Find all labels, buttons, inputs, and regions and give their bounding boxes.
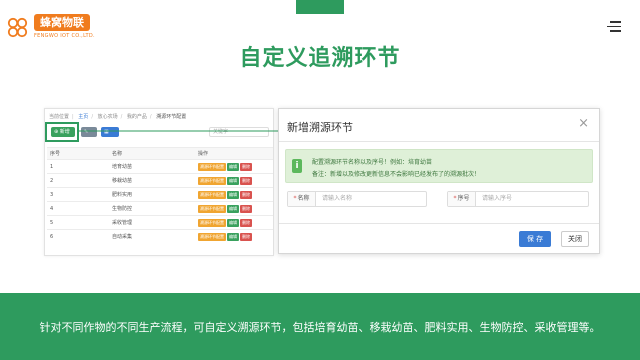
row-actions: 溯源环节配置 编辑 删除	[195, 201, 273, 216]
row-actions: 溯源环节配置 编辑 删除	[195, 215, 273, 230]
divider	[279, 223, 599, 224]
breadcrumb-item: 当前位置	[49, 114, 70, 120]
delete-button[interactable]: 删除	[240, 232, 252, 241]
delete-button[interactable]: 删除	[240, 204, 252, 213]
divider	[279, 141, 599, 142]
page-title: 自定义追溯环节	[239, 46, 401, 71]
row-name: 自动采集	[109, 229, 195, 244]
menu-icon[interactable]	[607, 21, 621, 32]
edit-button[interactable]: 编辑	[227, 204, 239, 213]
breadcrumb: 当前位置 | 主页 / 放心农场 / 我的产品 / 溯源环节配置	[49, 114, 187, 120]
footer-text: 针对不同作物的不同生产流程，可自定义溯源环节，包括培育幼苗、移栽幼苗、肥料实用、…	[39, 321, 601, 334]
links-table: 序号 名称 操作 1 培育幼苗 溯源环节配置 编辑 删除 2 移栽幼苗 溯源环节配置 编辑 删除 3…	[47, 147, 273, 244]
info-alert: i 配置溯源环节名称以及序号！例如：培育幼苗 备注：新增以及修改更新信息不会影响…	[285, 149, 593, 183]
row-name: 培育幼苗	[109, 159, 195, 174]
row-number: 6	[47, 229, 109, 244]
sequence-field[interactable]: *序号 请输入序号	[447, 191, 589, 207]
table-row: 3 肥料实用 溯源环节配置 编辑 删除	[47, 187, 273, 202]
info-icon: i	[292, 159, 302, 173]
delete-button[interactable]: 删除	[240, 162, 252, 171]
honeycomb-logo-icon	[7, 17, 28, 38]
breadcrumb-item: 溯源环节配置	[156, 114, 187, 120]
table-row: 6 自动采集 溯源环节配置 编辑 删除	[47, 229, 273, 244]
name-label: *名称	[288, 192, 316, 206]
config-button[interactable]: 溯源环节配置	[198, 190, 226, 199]
delete-button[interactable]: 删除	[240, 190, 252, 199]
add-link-modal: 新增溯源环节 × i 配置溯源环节名称以及序号！例如：培育幼苗 备注：新增以及修…	[278, 108, 600, 254]
delete-button[interactable]: 删除	[240, 176, 252, 185]
table-row: 2 移栽幼苗 溯源环节配置 编辑 删除	[47, 173, 273, 188]
column-header: 操作	[195, 147, 273, 160]
row-number: 2	[47, 173, 109, 188]
edit-button[interactable]: 编辑	[227, 218, 239, 227]
save-button[interactable]: 保 存	[519, 231, 551, 247]
sequence-label: *序号	[448, 192, 476, 206]
alert-line-1: 配置溯源环节名称以及序号！例如：培育幼苗	[312, 159, 433, 166]
row-actions: 溯源环节配置 编辑 删除	[195, 159, 273, 174]
row-actions: 溯源环节配置 编辑 删除	[195, 229, 273, 244]
row-number: 3	[47, 187, 109, 202]
edit-button[interactable]: 编辑	[227, 176, 239, 185]
alert-line-2: 备注：新增以及修改更新信息不会影响已经发布了的溯源批次！	[312, 171, 481, 178]
name-field[interactable]: *名称 请输入名称	[287, 191, 427, 207]
modal-title: 新增溯源环节	[287, 121, 353, 134]
sequence-input[interactable]: 请输入序号	[482, 192, 512, 206]
top-tab-decoration	[296, 0, 344, 14]
brand-subtitle: FENGWO IOT CO.,LTD.	[34, 33, 95, 39]
row-name: 生物防控	[109, 201, 195, 216]
edit-button[interactable]: 编辑	[227, 190, 239, 199]
config-button[interactable]: 溯源环节配置	[198, 176, 226, 185]
breadcrumb-item[interactable]: 主页	[78, 114, 88, 120]
brand-name: 蜂窝物联	[34, 14, 90, 31]
config-button[interactable]: 溯源环节配置	[198, 218, 226, 227]
connector-arrow	[78, 128, 284, 134]
row-actions: 溯源环节配置 编辑 删除	[195, 187, 273, 202]
add-button-highlight	[45, 122, 79, 142]
edit-button[interactable]: 编辑	[227, 162, 239, 171]
column-header: 名称	[109, 147, 195, 160]
table-row: 1 培育幼苗 溯源环节配置 编辑 删除	[47, 159, 273, 174]
table-row: 5 采收管理 溯源环节配置 编辑 删除	[47, 215, 273, 230]
column-header: 序号	[47, 147, 109, 160]
name-input[interactable]: 请输入名称	[322, 192, 352, 206]
row-actions: 溯源环节配置 编辑 删除	[195, 173, 273, 188]
row-name: 采收管理	[109, 215, 195, 230]
footer-banner: 针对不同作物的不同生产流程，可自定义溯源环节，包括培育幼苗、移栽幼苗、肥料实用、…	[0, 293, 640, 360]
delete-button[interactable]: 删除	[240, 218, 252, 227]
table-row: 4 生物防控 溯源环节配置 编辑 删除	[47, 201, 273, 216]
row-number: 4	[47, 201, 109, 216]
close-icon[interactable]: ×	[578, 116, 589, 131]
config-button[interactable]: 溯源环节配置	[198, 232, 226, 241]
row-name: 移栽幼苗	[109, 173, 195, 188]
row-name: 肥料实用	[109, 187, 195, 202]
edit-button[interactable]: 编辑	[227, 232, 239, 241]
breadcrumb-item[interactable]: 放心农场	[98, 114, 118, 120]
config-button[interactable]: 溯源环节配置	[198, 204, 226, 213]
config-button[interactable]: 溯源环节配置	[198, 162, 226, 171]
row-number: 1	[47, 159, 109, 174]
row-number: 5	[47, 215, 109, 230]
breadcrumb-item[interactable]: 我的产品	[127, 114, 147, 120]
close-button[interactable]: 关闭	[561, 231, 589, 247]
